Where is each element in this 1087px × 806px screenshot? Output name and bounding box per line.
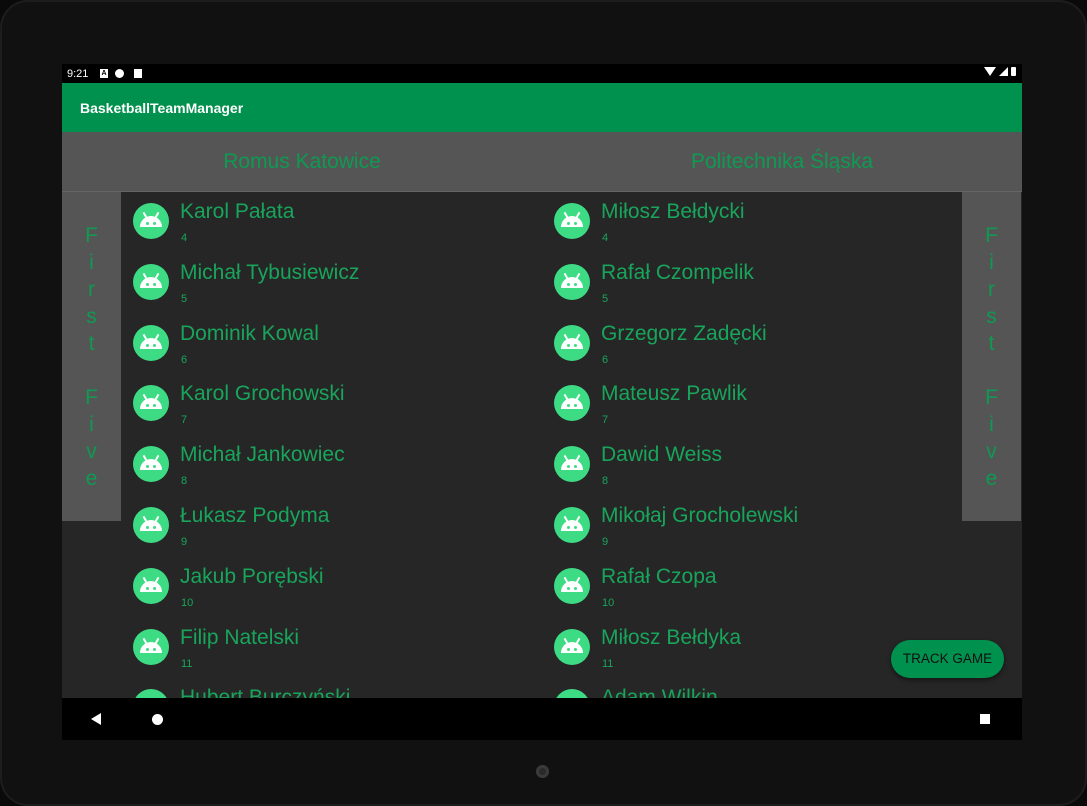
player-number: 4 <box>602 232 609 244</box>
player-name: Mikołaj Grocholewski <box>601 503 799 527</box>
right-first-five-label: F i r s t F i v e <box>985 224 998 490</box>
right-first-five-button[interactable]: F i r s t F i v e <box>962 192 1021 521</box>
player-number: 9 <box>602 535 609 548</box>
android-robot-icon <box>554 203 590 239</box>
screen: 9:21 A BasketballTeamManager Romus Katow… <box>62 64 1022 740</box>
left-player-list: Karol Pałata 4 Michał Tybusiewicz 5 Dominik … <box>121 192 541 698</box>
player-number: 9 <box>181 535 188 548</box>
player-row[interactable]: Karol Grochowski 7 <box>121 374 541 435</box>
android-robot-icon <box>133 567 169 604</box>
player-number: 6 <box>181 353 188 366</box>
notification-circle-icon <box>115 69 124 78</box>
battery-icon <box>1011 67 1016 76</box>
player-name: Mateusz Pawlik <box>601 382 747 406</box>
player-number: 8 <box>602 475 609 488</box>
camera-icon <box>536 765 549 778</box>
status-icons <box>984 67 1016 76</box>
android-robot-icon <box>554 567 590 604</box>
player-number: 5 <box>602 292 609 305</box>
player-row[interactable]: Michał Tybusiewicz 5 <box>121 253 541 314</box>
player-name: Miłosz Bełdyka <box>601 625 742 649</box>
player-number: 4 <box>181 232 188 244</box>
player-row[interactable]: Rafał Czopa 10 <box>542 557 962 618</box>
android-robot-icon <box>133 628 169 665</box>
player-number: 7 <box>602 414 609 427</box>
player-row[interactable]: Karol Pałata 4 <box>121 192 541 253</box>
android-robot-icon <box>554 446 590 483</box>
player-row[interactable]: Grzegorz Zadęcki 6 <box>542 314 962 375</box>
player-number: 10 <box>602 596 615 609</box>
left-first-five-button[interactable]: F i r s t F i v e <box>62 192 121 521</box>
notification-a-icon: A <box>100 69 108 78</box>
nav-bar <box>62 698 1022 740</box>
app-bar: BasketballTeamManager <box>62 83 1022 132</box>
android-robot-icon <box>554 506 590 543</box>
player-name: Rafał Czompelik <box>601 260 754 284</box>
player-row[interactable]: Miłosz Bełdycki 4 <box>542 192 962 253</box>
android-robot-icon <box>554 385 590 422</box>
track-game-button[interactable]: TRACK GAME <box>891 640 1004 678</box>
status-bar: 9:21 A <box>62 64 1022 83</box>
home-circle-icon[interactable] <box>152 714 163 725</box>
android-robot-icon <box>554 263 590 300</box>
android-robot-icon <box>133 689 169 698</box>
player-row[interactable]: Jakub Porębski 10 <box>121 557 541 618</box>
back-triangle-icon[interactable] <box>91 713 101 725</box>
player-name: Dominik Kowal <box>180 321 319 345</box>
player-name: Rafał Czopa <box>601 564 717 588</box>
player-name: Miłosz Bełdycki <box>601 200 745 223</box>
android-robot-icon <box>554 324 590 361</box>
signal-icon <box>999 67 1008 76</box>
player-number: 8 <box>181 475 188 488</box>
player-name: Hubert Burczyński <box>180 686 351 698</box>
android-robot-icon <box>133 506 169 543</box>
player-number: 7 <box>181 414 188 427</box>
player-number: 10 <box>181 596 194 609</box>
player-row[interactable]: Łukasz Podyma 9 <box>121 496 541 557</box>
player-row[interactable]: Rafał Czompelik 5 <box>542 253 962 314</box>
player-name: Jakub Porębski <box>180 564 324 588</box>
player-name: Michał Tybusiewicz <box>180 260 360 284</box>
player-number: 5 <box>181 292 188 305</box>
android-robot-icon <box>133 324 169 361</box>
player-name: Łukasz Podyma <box>180 503 330 527</box>
player-name: Dawid Weiss <box>601 443 722 467</box>
android-robot-icon <box>133 446 169 483</box>
left-first-five-label: F i r s t F i v e <box>85 224 98 490</box>
android-robot-icon <box>554 689 590 698</box>
android-robot-icon <box>554 628 590 665</box>
android-robot-icon <box>133 385 169 422</box>
status-time: 9:21 <box>67 68 89 80</box>
player-name: Karol Pałata <box>180 200 295 223</box>
android-robot-icon <box>133 263 169 300</box>
right-player-list: Miłosz Bełdycki 4 Rafał Czompelik 5 Grzegorz… <box>542 192 962 698</box>
player-row[interactable]: Dawid Weiss 8 <box>542 435 962 496</box>
player-number: 11 <box>602 657 614 670</box>
player-row[interactable]: Hubert Burczyński <box>121 678 541 698</box>
player-name: Karol Grochowski <box>180 382 345 406</box>
player-row[interactable]: Michał Jankowiec 8 <box>121 435 541 496</box>
team-right-name[interactable]: Politechnika Śląska <box>542 150 1022 174</box>
sd-card-icon <box>134 69 142 78</box>
player-name: Adam Wilkin <box>601 686 718 698</box>
player-name: Michał Jankowiec <box>180 443 345 467</box>
player-number: 6 <box>602 353 609 366</box>
player-row[interactable]: Mateusz Pawlik 7 <box>542 374 962 435</box>
player-name: Grzegorz Zadęcki <box>601 321 767 345</box>
wifi-icon <box>984 67 996 76</box>
team-left-name[interactable]: Romus Katowice <box>62 150 542 174</box>
player-row[interactable]: Filip Natelski 11 <box>121 618 541 679</box>
app-title: BasketballTeamManager <box>80 100 244 116</box>
main-content: Romus Katowice Politechnika Śląska F i r… <box>62 132 1022 698</box>
player-row[interactable]: Mikołaj Grocholewski 9 <box>542 496 962 557</box>
player-row[interactable]: Adam Wilkin <box>542 678 962 698</box>
android-robot-icon <box>133 203 169 239</box>
player-number: 11 <box>181 657 193 670</box>
player-row[interactable]: Dominik Kowal 6 <box>121 314 541 375</box>
player-name: Filip Natelski <box>180 625 300 649</box>
tablet-frame: 9:21 A BasketballTeamManager Romus Katow… <box>0 0 1087 806</box>
team-header: Romus Katowice Politechnika Śląska <box>62 132 1022 192</box>
recents-square-icon[interactable] <box>980 714 990 724</box>
